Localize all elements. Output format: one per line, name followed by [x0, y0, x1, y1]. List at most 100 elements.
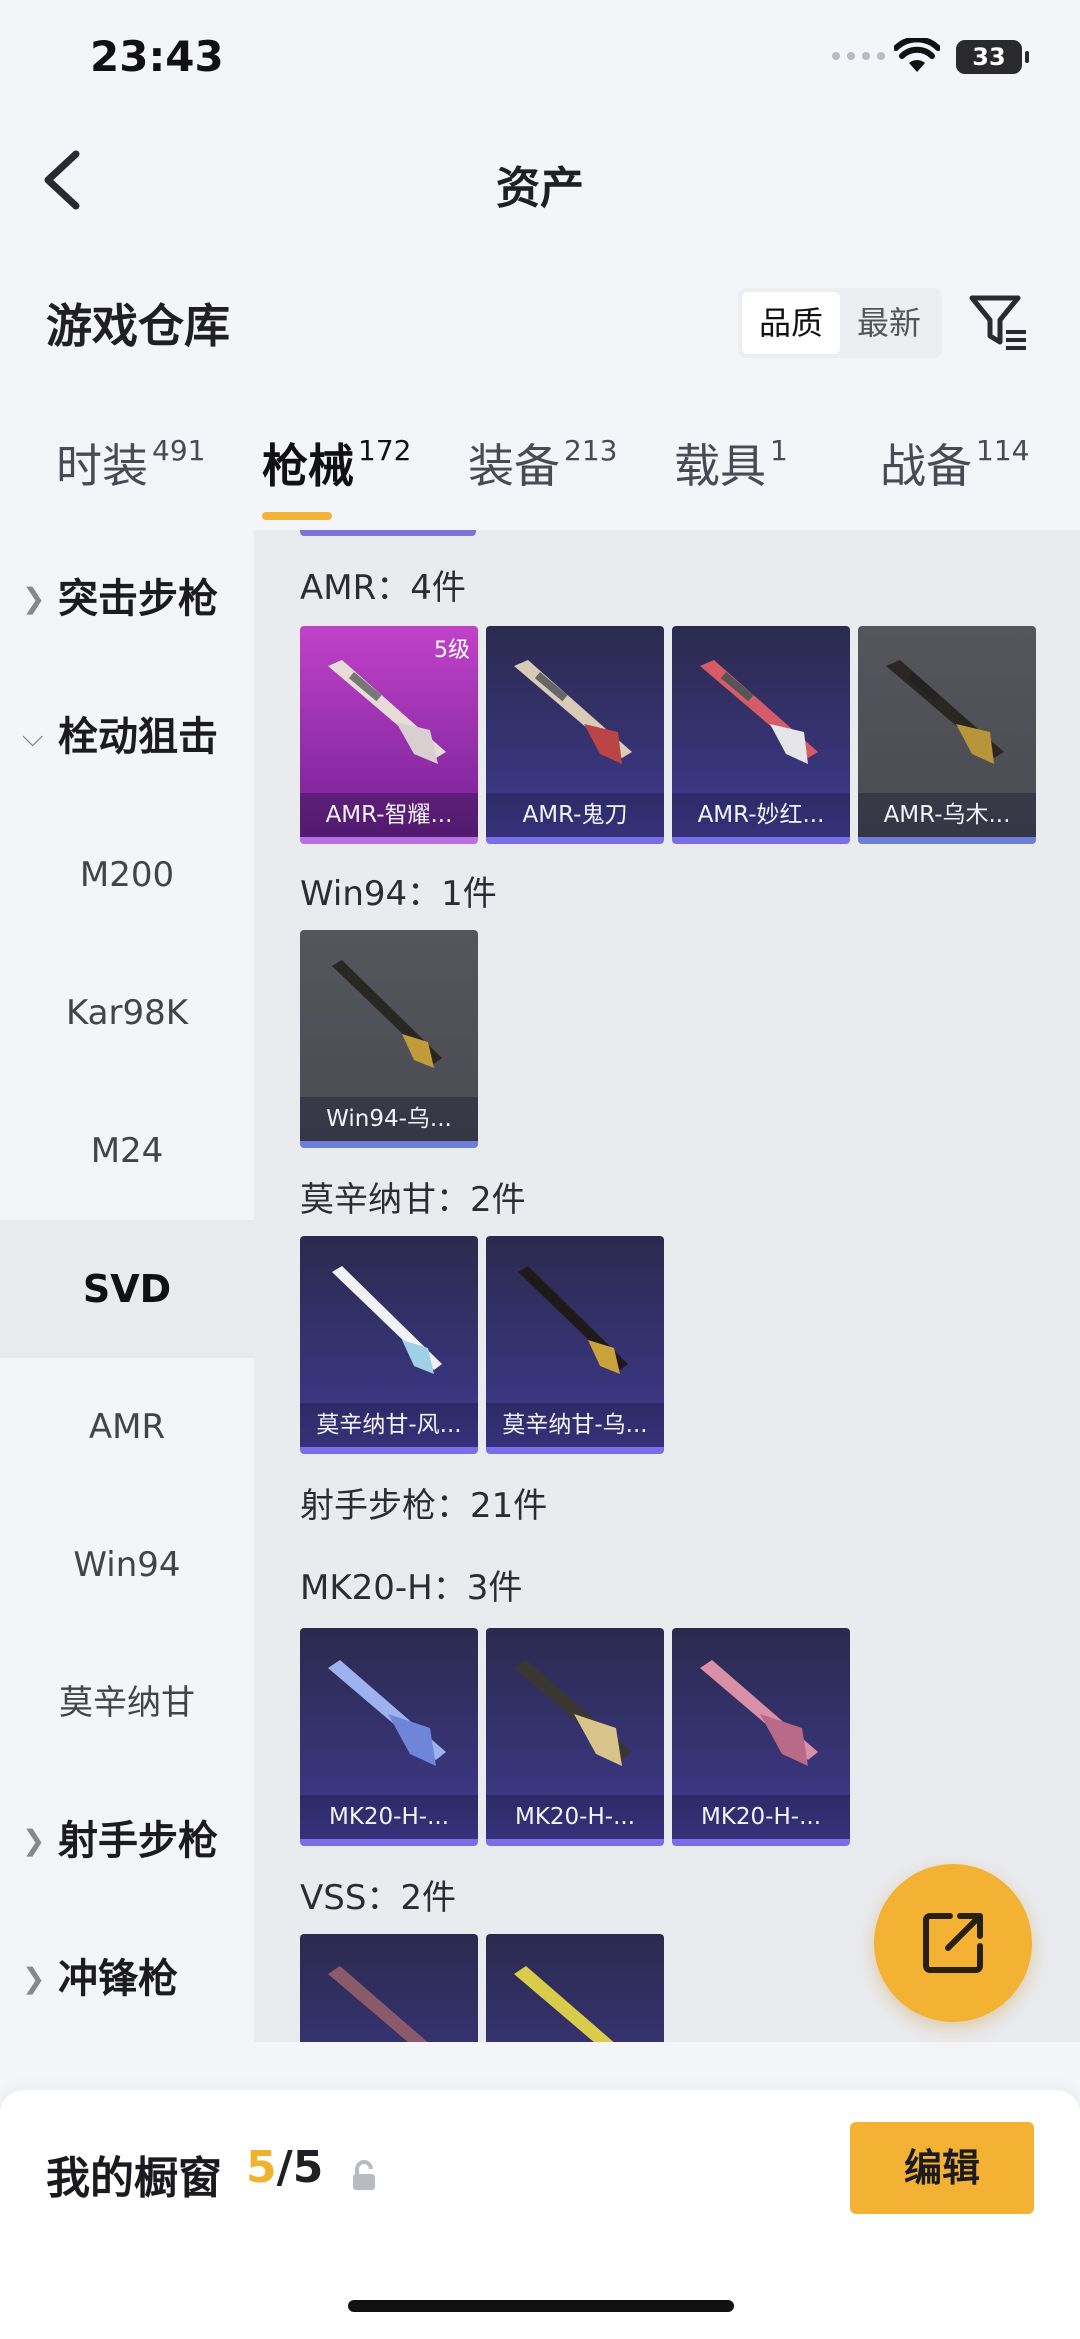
active-tab-indicator: [262, 512, 332, 520]
wifi-icon: [894, 38, 940, 72]
showcase-current: 5: [246, 2142, 277, 2193]
rifle-icon: [332, 960, 442, 1068]
item-name: AMR-智耀...: [300, 793, 478, 837]
sidebar-item-smgs[interactable]: ❯ 冲锋枪: [0, 1910, 254, 2048]
home-indicator: [348, 2300, 734, 2312]
inventory-grid: AMR：4件 5级 AMR-智耀... AMR-鬼刀 AMR-妙红... AMR…: [254, 530, 1080, 2042]
sidebar-item-kar98k[interactable]: Kar98K: [0, 944, 254, 1082]
sidebar-item-label: 突击步枪: [58, 576, 218, 622]
sidebar-item-assault-rifles[interactable]: ❯ 突击步枪: [0, 530, 254, 668]
edit-button[interactable]: 编辑: [850, 2122, 1034, 2214]
share-icon: [923, 1913, 983, 1973]
tab-label: 载具: [674, 439, 766, 493]
sidebar-item-amr[interactable]: AMR: [0, 1358, 254, 1496]
tab-label: 战备: [880, 439, 972, 493]
rifle-icon: [514, 1660, 632, 1766]
tab-firearms[interactable]: 枪械 172: [262, 430, 411, 496]
rifle-icon: [328, 1966, 428, 2042]
chevron-right-icon: ❯: [22, 582, 46, 615]
tab-count: 1: [770, 434, 788, 467]
item-name: MK20-H-...: [672, 1795, 850, 1839]
item-card[interactable]: AMR-鬼刀: [486, 626, 664, 844]
item-card[interactable]: 莫辛纳甘-乌...: [486, 1236, 664, 1454]
item-card[interactable]: Win94-乌...: [300, 930, 478, 1148]
chevron-right-icon: ❯: [22, 1962, 46, 1995]
sidebar-item-label: 冲锋枪: [58, 1956, 178, 2002]
tab-vehicles[interactable]: 载具 1: [674, 430, 788, 496]
sidebar-item-m200[interactable]: M200: [0, 806, 254, 944]
item-name: AMR-妙红...: [672, 793, 850, 837]
category-tabs: 时装 491 枪械 172 装备 213 载具 1 战备 114: [0, 430, 1080, 530]
nav-bar: 资产: [0, 130, 1080, 230]
sidebar-item-label: 栓动狙击: [58, 714, 218, 760]
scroll-marker: [300, 530, 476, 536]
sidebar-item-svd[interactable]: SVD: [0, 1220, 254, 1358]
item-name: MK20-H-...: [486, 1795, 664, 1839]
chevron-right-icon: ❯: [22, 1824, 46, 1857]
showcase-total: /5: [276, 2142, 324, 2193]
status-time: 23:43: [90, 32, 224, 81]
item-card[interactable]: [300, 1934, 478, 2042]
tab-label: 时装: [56, 439, 148, 493]
sort-quality-button[interactable]: 品质: [742, 292, 840, 354]
item-name: AMR-鬼刀: [486, 793, 664, 837]
item-name: 莫辛纳甘-风...: [300, 1403, 478, 1447]
section-title-vss: VSS：2件: [300, 1878, 457, 1918]
filter-icon[interactable]: [966, 290, 1030, 354]
item-card[interactable]: 莫辛纳甘-风...: [300, 1236, 478, 1454]
chevron-down-icon: ⌵: [22, 720, 44, 753]
status-bar: 23:43 33: [0, 0, 1080, 120]
sidebar-item-win94[interactable]: Win94: [0, 1496, 254, 1634]
tab-count: 114: [976, 434, 1030, 467]
battery-icon: 33: [956, 40, 1029, 74]
item-name: 莫辛纳甘-乌...: [486, 1403, 664, 1447]
section-title-win94: Win94：1件: [300, 874, 497, 914]
sidebar-item-bolt-snipers[interactable]: ⌵ 栓动狙击: [0, 668, 254, 806]
tab-label: 枪械: [262, 439, 354, 493]
rifle-icon: [514, 1966, 614, 2042]
tab-count: 172: [358, 434, 412, 467]
weapon-type-sidebar: ❯ 突击步枪 ⌵ 栓动狙击 M200 Kar98K M24 SVD AMR Win9…: [0, 530, 254, 2042]
rifle-icon: [328, 1660, 446, 1766]
item-name: Win94-乌...: [300, 1097, 478, 1141]
section-title-amr: AMR：4件: [300, 568, 466, 608]
item-card[interactable]: [486, 1934, 664, 2042]
item-name: MK20-H-...: [300, 1795, 478, 1839]
item-card[interactable]: MK20-H-...: [486, 1628, 664, 1846]
section-title-mk20h: MK20-H：3件: [300, 1568, 523, 1608]
tab-fashion[interactable]: 时装 491: [56, 430, 205, 496]
item-card[interactable]: AMR-妙红...: [672, 626, 850, 844]
rifle-icon: [332, 1266, 442, 1374]
signal-icon: [832, 52, 885, 60]
showcase-label: 我的橱窗: [46, 2153, 222, 2204]
tab-equipment[interactable]: 装备 213: [468, 430, 617, 496]
sidebar-item-label: 射手步枪: [58, 1818, 218, 1864]
page-title: 资产: [496, 163, 584, 214]
sidebar-item-marksman-rifles[interactable]: ❯ 射手步枪: [0, 1772, 254, 1910]
showcase-count: 5/5: [246, 2142, 323, 2193]
item-card[interactable]: MK20-H-...: [300, 1628, 478, 1846]
warehouse-title: 游戏仓库: [46, 299, 230, 353]
rifle-icon: [518, 1266, 628, 1374]
share-button[interactable]: [874, 1864, 1032, 2022]
sidebar-item-mosin-nagant[interactable]: 莫辛纳甘: [0, 1634, 254, 1772]
tab-label: 装备: [468, 439, 560, 493]
rifle-icon: [700, 1660, 818, 1766]
lock-icon: [353, 2160, 375, 2190]
section-title-mosin-nagant: 莫辛纳甘：2件: [300, 1180, 526, 1220]
tab-count: 213: [564, 434, 618, 467]
rifle-icon: [700, 660, 818, 764]
item-card[interactable]: AMR-乌木...: [858, 626, 1036, 844]
item-card[interactable]: 5级 AMR-智耀...: [300, 626, 478, 844]
item-card[interactable]: MK20-H-...: [672, 1628, 850, 1846]
item-name: AMR-乌木...: [858, 793, 1036, 837]
sort-latest-button[interactable]: 最新: [840, 292, 938, 354]
rifle-icon: [328, 660, 446, 764]
rifle-icon: [514, 660, 632, 764]
sort-toggle: 品质 最新: [738, 288, 942, 358]
tab-supplies[interactable]: 战备 114: [880, 430, 1029, 496]
rifle-icon: [886, 660, 1004, 764]
tab-count: 491: [152, 434, 206, 467]
sidebar-item-m24[interactable]: M24: [0, 1082, 254, 1220]
section-title-marksman-rifles: 射手步枪：21件: [300, 1486, 548, 1526]
